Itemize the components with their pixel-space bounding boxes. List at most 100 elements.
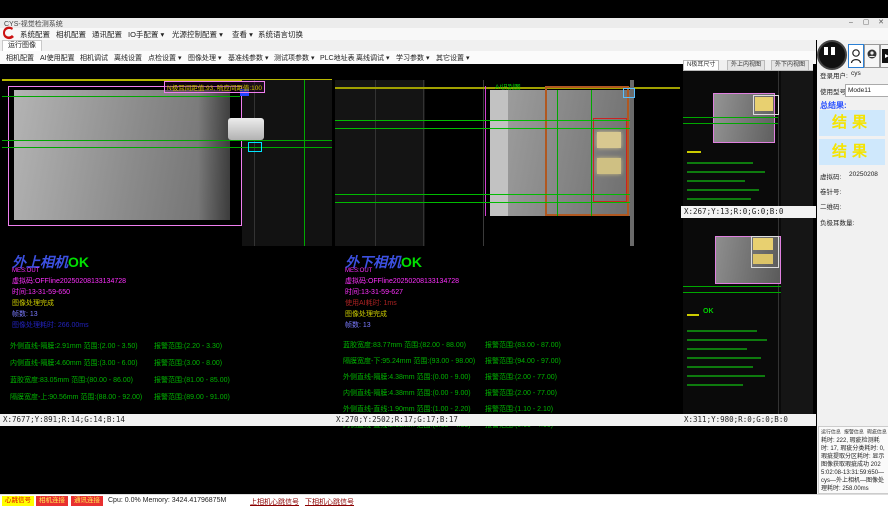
tool-camera-debug[interactable]: 相机调试 bbox=[80, 53, 108, 63]
result-display-1: 结果 bbox=[819, 110, 885, 136]
measure-line bbox=[335, 202, 630, 203]
tiny-text-line bbox=[687, 339, 767, 341]
measure-line bbox=[683, 292, 781, 293]
tab-tab-size[interactable]: N极耳尺寸 bbox=[683, 60, 719, 70]
tiny-text-line bbox=[687, 189, 759, 191]
part-bright-edge bbox=[490, 90, 508, 216]
measure-line bbox=[683, 286, 781, 287]
lower-camera-heartbeat-link[interactable]: 下相机心跳信号 bbox=[305, 497, 354, 507]
log-tab-run[interactable]: 运行信息 bbox=[821, 428, 841, 435]
menu-language-switch[interactable]: 系统语言切换 bbox=[258, 29, 303, 40]
tool-plc-table[interactable]: PLC地址表 bbox=[320, 53, 355, 63]
top-black-strip bbox=[0, 0, 888, 18]
menu-system-config[interactable]: 系统配置 bbox=[20, 29, 50, 40]
measurement-row: 蓝胶宽度:83.05mm 范围:(80.00 - 86.00) 报警范围:(81… bbox=[2, 375, 332, 385]
alarm-range: 报警范围:(2.00 - 77.00) bbox=[485, 388, 557, 398]
tool-check-setting[interactable]: 点检设置 ▾ bbox=[148, 53, 181, 63]
measurement-value: 外侧直线-隔膜:4.38mm 范围:(0.00 - 9.00) bbox=[343, 372, 471, 382]
tiny-text-line bbox=[687, 198, 751, 200]
close-icon[interactable]: ✕ bbox=[874, 18, 888, 27]
tool-image-process[interactable]: 图像处理 ▾ bbox=[188, 53, 221, 63]
exit-door-icon bbox=[881, 45, 888, 67]
alarm-range: 报警范围:(83.00 - 87.00) bbox=[485, 340, 561, 350]
alarm-range: 报警范围:(1.10 - 2.10) bbox=[485, 404, 553, 414]
result-display-2: 结果 bbox=[819, 139, 885, 165]
user-settings-button[interactable] bbox=[864, 44, 880, 68]
measurement-value: 蓝胶宽度:83.77mm 范围:(82.00 - 88.00) bbox=[343, 340, 466, 350]
image-dark-band bbox=[781, 71, 813, 206]
tool-baseline-params[interactable]: 基准线参数 ▾ bbox=[228, 53, 268, 63]
camera-link-badge: 相机连接 bbox=[36, 496, 68, 506]
process-done-text: 图像处理完成 bbox=[345, 309, 387, 319]
qrcode-label: 二维码: bbox=[820, 201, 841, 211]
preview-panel-2[interactable]: OK bbox=[683, 218, 813, 414]
measure-vline bbox=[304, 80, 305, 246]
alarm-range: 报警范围:(81.00 - 85.00) bbox=[154, 375, 230, 385]
exit-button[interactable] bbox=[880, 44, 888, 68]
image-edge-line bbox=[483, 80, 484, 246]
measurement-value: 外侧直线-直线:1.90mm 范围:(1.00 - 2.20) bbox=[343, 404, 471, 414]
bright-feature bbox=[597, 158, 621, 174]
ok-status: OK bbox=[401, 254, 422, 270]
menu-gripper-config[interactable]: IO手配置 ▾ bbox=[128, 29, 164, 40]
tool-other-settings[interactable]: 其它设置 ▾ bbox=[436, 53, 469, 63]
log-tab-alarm[interactable]: 报警信息 bbox=[844, 428, 864, 435]
maximize-icon[interactable]: ▢ bbox=[859, 18, 873, 27]
tab-upper-view[interactable]: 外上内视图 bbox=[727, 60, 765, 70]
image-edge-line bbox=[254, 80, 255, 246]
menu-camera-config[interactable]: 相机配置 bbox=[56, 29, 86, 40]
app-window: CYS-视觉检测系统 – ▢ ✕ 系统配置 相机配置 通讯配置 IO手配置 ▾ … bbox=[0, 0, 888, 522]
measurement-value: 内侧直线-隔膜:4.60mm 范围:(3.00 - 6.00) bbox=[10, 358, 138, 368]
measurement-row: 蓝胶宽度:83.77mm 范围:(82.00 - 88.00) 报警范围:(83… bbox=[335, 340, 680, 350]
tool-camera-config[interactable]: 相机配置 bbox=[6, 53, 34, 63]
virtual-code-value: 20250208 bbox=[849, 171, 878, 178]
tool-offline-debug[interactable]: 离线调试 ▾ bbox=[356, 53, 389, 63]
measurement-row: 外侧直线-隔膜:2.91mm 范围:(2.00 - 3.50) 报警范围:(2.… bbox=[2, 341, 332, 351]
cyan-roi-box bbox=[248, 142, 262, 152]
tab-lower-view[interactable]: 外下内视图 bbox=[771, 60, 809, 70]
measurement-row: 隔膜宽度-下:95.24mm 范围:(93.00 - 98.00) 报警范围:(… bbox=[335, 356, 680, 366]
minimize-icon[interactable]: – bbox=[844, 18, 858, 27]
bright-feature bbox=[597, 132, 621, 148]
measurement-row: 隔膜宽度-上:90.56mm 范围:(88.00 - 92.00) 报警范围:(… bbox=[2, 392, 332, 402]
log-area[interactable]: 运行信息 报警信息 瑕疵信息 耗时: 222, 瑕疵检测耗时: 17, 瑕疵分类… bbox=[818, 426, 888, 494]
menu-light-config[interactable]: 光源控制配置 ▾ bbox=[172, 29, 223, 40]
log-text: 耗时: 222, 瑕疵检测耗时: 17, 瑕疵分类耗时: 0, 瑕疵提取分区耗时… bbox=[821, 437, 885, 493]
ok-status: OK bbox=[68, 254, 89, 270]
white-roi-box bbox=[751, 236, 779, 268]
tool-offline-setting[interactable]: 离线设置 bbox=[114, 53, 142, 63]
magenta-vline bbox=[485, 86, 486, 216]
model-label: 使用型号: bbox=[820, 86, 848, 96]
tiny-text-line bbox=[687, 348, 747, 350]
process-time-text: 图像处理耗时: 266.00ms bbox=[12, 320, 89, 330]
pause-button[interactable] bbox=[817, 40, 847, 70]
mes-output-label: MES:OUT bbox=[345, 268, 372, 274]
user-button-selected[interactable] bbox=[848, 44, 864, 68]
tool-learn-params[interactable]: 学习参数 ▾ bbox=[396, 53, 429, 63]
user-gear-icon bbox=[865, 45, 879, 67]
upper-camera-heartbeat-link[interactable]: 上相机心跳信号 bbox=[250, 497, 299, 507]
bright-sliver bbox=[630, 80, 634, 246]
tool-ai-config[interactable]: AI使用配置 bbox=[40, 53, 75, 63]
menu-comm-config[interactable]: 通讯配置 bbox=[92, 29, 122, 40]
virtual-code-label: 虚拟码: bbox=[820, 171, 841, 181]
timestamp-text: 时间:13-31-59-627 bbox=[345, 287, 403, 297]
measurement-row: 外侧直线-直线:1.90mm 范围:(1.00 - 2.20) 报警范围:(1.… bbox=[335, 404, 680, 414]
frame-count-text: 帧数: 13 bbox=[345, 320, 371, 330]
model-input[interactable]: Mode11 bbox=[845, 84, 888, 97]
measure-line bbox=[2, 96, 240, 97]
tiny-text-line bbox=[687, 375, 765, 377]
measurement-value: 隔膜宽度-上:90.56mm 范围:(88.00 - 92.00) bbox=[10, 392, 142, 402]
log-tab-defect[interactable]: 瑕疵信息 bbox=[867, 428, 887, 435]
pixel-coords-readout: X:7677;Y:891;R:14;G:14;B:14 bbox=[0, 414, 334, 426]
image-edge-line bbox=[778, 71, 779, 206]
status-bar: 心跳信号 相机连接 通讯连接 Cpu: 0.0% Memory: 3424.41… bbox=[0, 494, 888, 507]
app-logo-icon bbox=[2, 25, 16, 41]
preview-panel-1[interactable] bbox=[683, 71, 813, 206]
user-icon bbox=[849, 45, 863, 67]
tab-run-image[interactable]: 运行图像 bbox=[2, 40, 42, 51]
ok-status-mini: OK bbox=[703, 308, 714, 315]
tool-test-params[interactable]: 测试项参数 ▾ bbox=[274, 53, 314, 63]
menu-view[interactable]: 查看 ▾ bbox=[232, 29, 253, 40]
measure-line bbox=[2, 140, 332, 141]
